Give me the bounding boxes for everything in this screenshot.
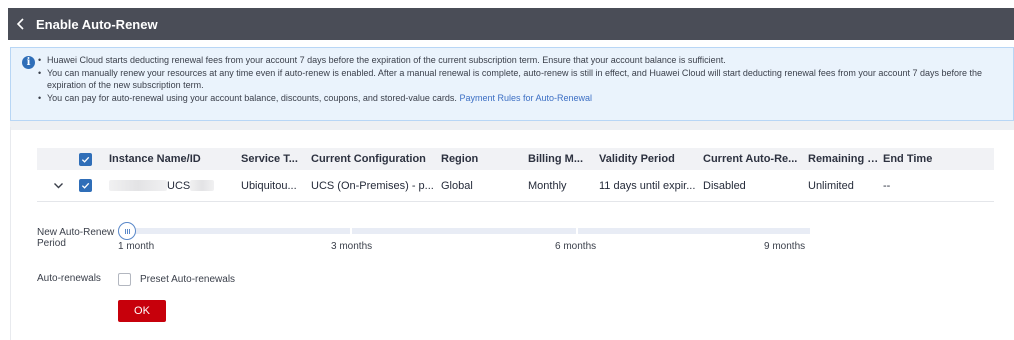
slider-segment[interactable] <box>578 228 810 234</box>
preset-auto-renewals-label[interactable]: Preset Auto-renewals <box>140 274 235 285</box>
column-header-instance-name[interactable]: Instance Name/ID <box>105 153 237 165</box>
column-header-service-type[interactable]: Service T... <box>237 153 307 165</box>
preset-auto-renewals-checkbox[interactable] <box>118 273 131 286</box>
column-header-end-time[interactable]: End Time <box>879 153 979 165</box>
validity-period-text[interactable]: 11 days until expir... <box>599 179 696 192</box>
slider-segment[interactable] <box>352 228 576 234</box>
expand-row-button[interactable] <box>37 180 75 191</box>
row-checkbox[interactable] <box>79 179 92 192</box>
end-time-cell: -- <box>883 179 891 192</box>
notice-item: You can pay for auto-renewal using your … <box>37 92 1005 105</box>
column-header-region[interactable]: Region <box>437 153 524 165</box>
back-button[interactable] <box>8 8 34 40</box>
column-header-configuration[interactable]: Current Configuration <box>307 153 437 165</box>
column-header-billing-mode[interactable]: Billing M... <box>524 153 595 165</box>
notice-list: Huawei Cloud starts deducting renewal fe… <box>37 54 1005 104</box>
column-header-remaining-renewals[interactable]: Remaining R... <box>804 153 879 165</box>
renew-period-label: New Auto-Renew Period <box>37 227 115 249</box>
preset-auto-renewals-option[interactable]: Preset Auto-renewals <box>118 273 235 286</box>
select-all-cell <box>75 152 105 166</box>
ok-button[interactable]: OK <box>118 300 166 322</box>
notice-item: Huawei Cloud starts deducting renewal fe… <box>37 54 1005 67</box>
instance-name-cell: UCS <box>105 180 237 192</box>
check-icon <box>81 182 90 189</box>
validity-period-cell: 11 days until expir... <box>595 179 699 192</box>
info-notice: i Huawei Cloud starts deducting renewal … <box>10 47 1014 121</box>
redacted-text <box>190 180 215 192</box>
region-cell: Global <box>441 179 473 192</box>
renew-period-slider-track[interactable] <box>118 228 810 234</box>
instance-name: UCS <box>167 179 191 192</box>
period-tick-6-months[interactable]: 6 months <box>555 241 596 252</box>
redacted-text <box>109 180 167 192</box>
auto-renew-status-cell: Disabled <box>703 179 746 192</box>
period-tick-1-month[interactable]: 1 month <box>118 241 154 252</box>
slider-segment[interactable] <box>118 228 350 234</box>
auto-renewals-label: Auto-renewals <box>37 273 101 284</box>
select-all-checkbox[interactable] <box>79 152 92 166</box>
row-select-cell <box>75 179 105 192</box>
column-header-validity-period[interactable]: Validity Period <box>595 153 699 165</box>
grip-icon <box>124 228 130 234</box>
check-icon <box>81 156 90 163</box>
instance-table: Instance Name/ID Service T... Current Co… <box>37 148 994 202</box>
table-header: Instance Name/ID Service T... Current Co… <box>37 148 994 170</box>
period-tick-9-months[interactable]: 9 months <box>764 241 805 252</box>
period-tick-3-months[interactable]: 3 months <box>331 241 372 252</box>
header-bar: Enable Auto-Renew <box>8 8 1014 40</box>
column-header-auto-renew[interactable]: Current Auto-Re... <box>699 153 804 165</box>
payment-rules-link[interactable]: Payment Rules for Auto-Renewal <box>459 93 592 103</box>
service-type-cell: Ubiquitou... <box>241 179 297 192</box>
table-row: UCS Ubiquitou... UCS (On-Premises) - p..… <box>37 170 994 202</box>
renew-period-slider-handle[interactable] <box>118 222 136 240</box>
chevron-down-icon <box>53 183 63 189</box>
notice-item-text: You can pay for auto-renewal using your … <box>47 92 457 103</box>
panel-border <box>10 127 11 340</box>
page-title: Enable Auto-Renew <box>36 16 158 32</box>
info-icon: i <box>22 56 35 69</box>
billing-mode-cell: Monthly <box>528 179 567 192</box>
notice-item: You can manually renew your resources at… <box>37 67 1005 92</box>
remaining-renewals-cell: Unlimited <box>808 179 854 192</box>
section-divider <box>10 121 1014 130</box>
configuration-cell: UCS (On-Premises) - p... <box>311 179 434 192</box>
chevron-left-icon <box>16 18 24 30</box>
